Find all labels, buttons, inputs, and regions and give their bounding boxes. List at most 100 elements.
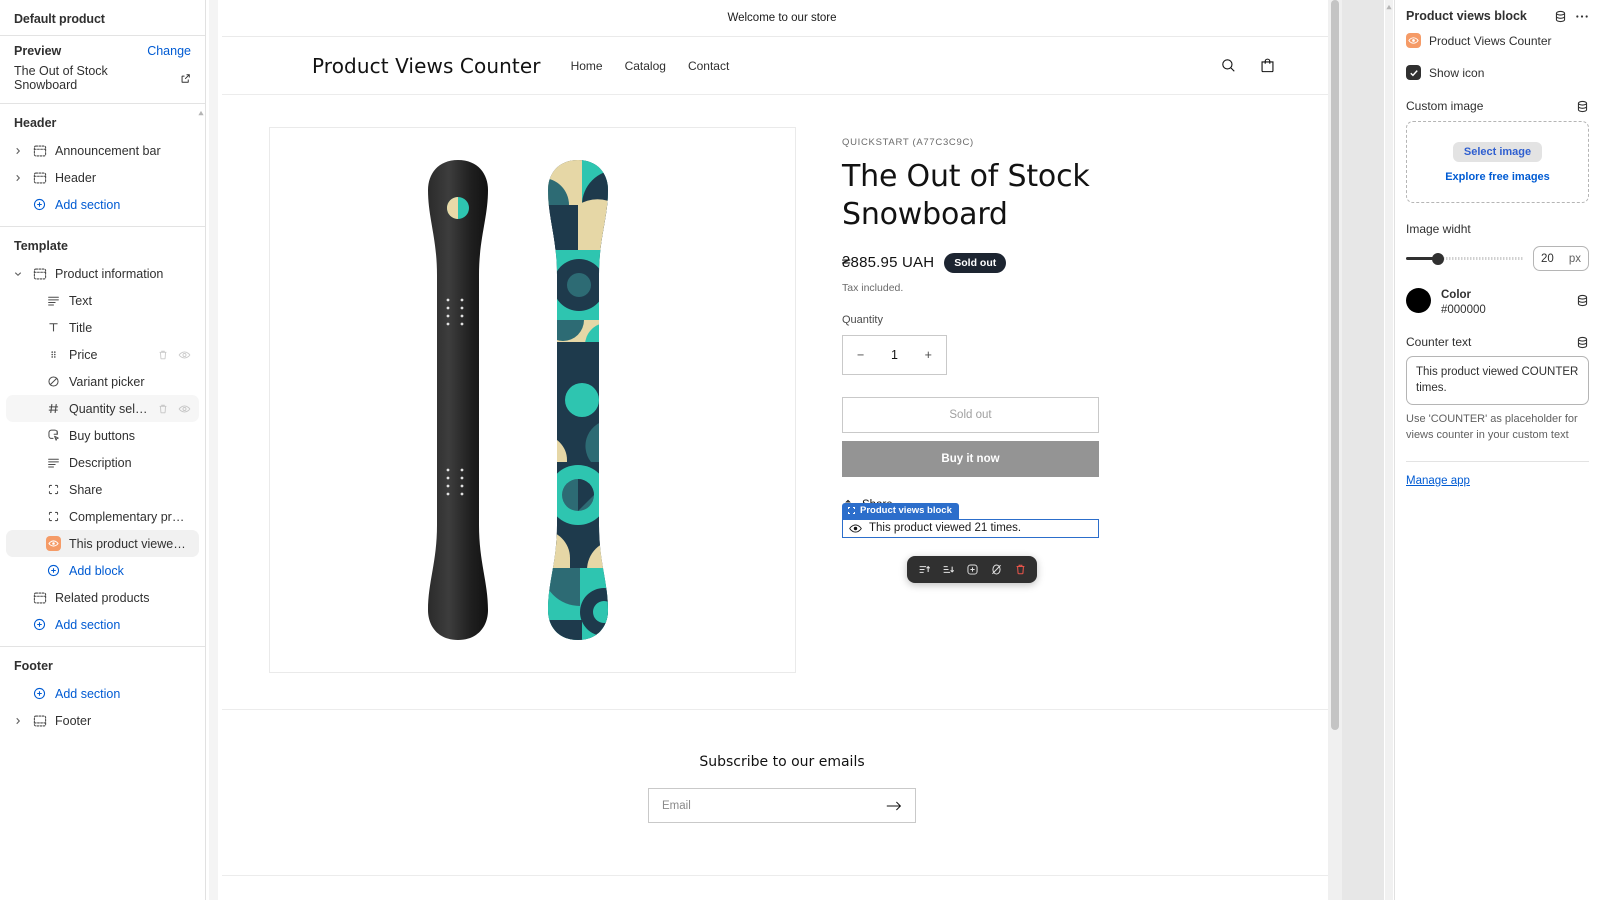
dynamic-source-icon[interactable] bbox=[1576, 294, 1589, 307]
image-width-input[interactable]: 20 px bbox=[1533, 246, 1589, 271]
preview-change-link[interactable]: Change bbox=[147, 44, 191, 58]
quantity-increase-button[interactable]: + bbox=[925, 348, 932, 362]
newsletter-email-field[interactable]: Email bbox=[648, 788, 916, 823]
hide-icon[interactable] bbox=[178, 403, 191, 415]
sidebar-item-product-information[interactable]: Product information bbox=[6, 260, 199, 287]
sidebar-item-add-section[interactable]: Add section bbox=[6, 191, 199, 218]
sidebar-item-add-section[interactable]: Add section bbox=[6, 680, 199, 707]
delete-icon[interactable] bbox=[157, 349, 169, 361]
show-icon-label: Show icon bbox=[1429, 65, 1485, 80]
preview-value: The Out of Stock Snowboard bbox=[14, 64, 108, 92]
scroll-up-arrow-icon[interactable] bbox=[197, 110, 204, 117]
counter-text-input[interactable]: This product viewed COUNTER times. bbox=[1406, 356, 1589, 405]
store-brand[interactable]: Product Views Counter bbox=[312, 54, 541, 78]
show-icon-checkbox-row[interactable]: Show icon bbox=[1406, 65, 1589, 80]
image-dropzone[interactable]: Select image Explore free images bbox=[1406, 121, 1589, 203]
sold-out-button[interactable]: Sold out bbox=[842, 396, 1099, 433]
sidebar-item-variant-picker[interactable]: Variant picker bbox=[6, 368, 199, 395]
delete-icon[interactable] bbox=[1009, 558, 1031, 580]
sidebar-header: Default product bbox=[0, 0, 205, 35]
sidebar-item-text[interactable]: Text bbox=[6, 287, 199, 314]
newsletter-section[interactable]: Subscribe to our emails Email bbox=[222, 709, 1342, 900]
cart-icon[interactable] bbox=[1259, 57, 1276, 74]
canvas-area: Welcome to our store Product Views Count… bbox=[222, 0, 1384, 900]
section-icon bbox=[32, 144, 47, 158]
storefront-preview: Welcome to our store Product Views Count… bbox=[222, 0, 1342, 900]
sidebar-item-related-products[interactable]: Related products bbox=[6, 584, 199, 611]
selected-block-body[interactable]: This product viewed 21 times. bbox=[842, 518, 1099, 538]
dynamic-source-icon[interactable] bbox=[1576, 100, 1589, 113]
preview-value-row[interactable]: The Out of Stock Snowboard bbox=[14, 64, 191, 92]
move-down-icon[interactable] bbox=[937, 558, 959, 580]
nav-link-home[interactable]: Home bbox=[571, 59, 603, 73]
dynamic-source-icon[interactable] bbox=[1554, 10, 1567, 23]
sidebar-item-header[interactable]: Header bbox=[6, 164, 199, 191]
left-sidebar: Default product Preview Change The Out o… bbox=[0, 0, 206, 900]
explore-free-images-link[interactable]: Explore free images bbox=[1445, 171, 1550, 183]
sidebar-item-footer[interactable]: Footer bbox=[6, 707, 199, 734]
right-scroll-up-arrow-icon[interactable] bbox=[1385, 4, 1393, 13]
app-eye-icon bbox=[1406, 33, 1421, 48]
nav-link-contact[interactable]: Contact bbox=[688, 59, 729, 73]
product-image-frame[interactable] bbox=[268, 127, 796, 673]
delete-icon[interactable] bbox=[157, 403, 169, 415]
sidebar-item-label: Related products bbox=[55, 590, 150, 605]
sidebar-item-announcement-bar[interactable]: Announcement bar bbox=[6, 137, 199, 164]
more-options-icon[interactable] bbox=[1575, 14, 1589, 19]
store-header: Product Views Counter Home Catalog Conta… bbox=[222, 37, 1342, 95]
sidebar-item-label: Text bbox=[69, 293, 92, 308]
chevron-right-icon bbox=[12, 147, 24, 155]
nav-link-catalog[interactable]: Catalog bbox=[625, 59, 666, 73]
canvas-scrollbar[interactable] bbox=[1328, 0, 1342, 900]
hide-icon[interactable] bbox=[985, 558, 1007, 580]
quantity-value[interactable]: 1 bbox=[891, 348, 898, 362]
sidebar-item-title[interactable]: Title bbox=[6, 314, 199, 341]
sidebar-item-label: Title bbox=[69, 320, 93, 335]
sidebar-item-add-block[interactable]: Add block bbox=[6, 557, 199, 584]
arrow-right-icon[interactable] bbox=[886, 800, 902, 812]
hide-icon[interactable] bbox=[178, 349, 191, 361]
image-width-label: Image widht bbox=[1406, 222, 1471, 236]
show-icon-checkbox[interactable] bbox=[1406, 65, 1421, 80]
manage-app-link[interactable]: Manage app bbox=[1406, 475, 1470, 487]
sidebar-item-complementary-products[interactable]: Complementary products bbox=[6, 503, 199, 530]
header-icons bbox=[1220, 57, 1276, 74]
move-up-icon[interactable] bbox=[913, 558, 935, 580]
sidebar-tree-scroll[interactable]: Header Announcement bar Header Add section T… bbox=[0, 103, 205, 900]
color-swatch[interactable] bbox=[1406, 288, 1431, 313]
sidebar-item-this-product-viewed-counte[interactable]: This product viewed COUNTE... bbox=[6, 530, 199, 557]
sidebar-item-price[interactable]: Price bbox=[6, 341, 199, 368]
app-name: Product Views Counter bbox=[1429, 33, 1552, 48]
product-vendor: QUICKSTART (A77C3C9C) bbox=[842, 137, 974, 148]
app-eye-icon bbox=[46, 536, 61, 551]
quantity-stepper[interactable]: − 1 + bbox=[842, 334, 947, 375]
section-tree: Header Announcement bar Header Add section T… bbox=[0, 104, 205, 742]
image-width-slider[interactable] bbox=[1406, 251, 1524, 267]
theme-editor: Default product Preview Change The Out o… bbox=[0, 0, 1600, 900]
search-icon[interactable] bbox=[1220, 57, 1237, 74]
image-width-control[interactable]: 20 px bbox=[1406, 246, 1589, 271]
sidebar-item-buy-buttons[interactable]: Buy buttons bbox=[6, 422, 199, 449]
selected-app-block[interactable]: Product views block This product viewed … bbox=[842, 502, 1099, 583]
select-image-button[interactable]: Select image bbox=[1452, 141, 1543, 162]
buy-it-now-button[interactable]: Buy it now bbox=[842, 440, 1099, 477]
canvas-scrollbar-thumb[interactable] bbox=[1331, 0, 1339, 730]
slider-knob[interactable] bbox=[1432, 252, 1444, 265]
sidebar-item-add-section[interactable]: Add section bbox=[6, 611, 199, 638]
hash-icon bbox=[46, 402, 61, 415]
announcement-bar[interactable]: Welcome to our store bbox=[222, 0, 1342, 37]
dynamic-source-icon[interactable] bbox=[1576, 336, 1589, 349]
block-toolbar bbox=[907, 555, 1037, 583]
selected-block-label: Product views block bbox=[860, 505, 952, 517]
sidebar-item-label: Footer bbox=[55, 713, 92, 728]
quantity-decrease-button[interactable]: − bbox=[857, 348, 864, 362]
sidebar-item-label: Share bbox=[69, 482, 103, 497]
sidebar-item-quantity-selector[interactable]: Quantity selector bbox=[6, 395, 199, 422]
right-panel-title: Product views block bbox=[1406, 9, 1527, 23]
duplicate-icon[interactable] bbox=[961, 558, 983, 580]
image-width-value: 20 bbox=[1541, 252, 1554, 265]
sidebar-item-description[interactable]: Description bbox=[6, 449, 199, 476]
right-gutter-bar bbox=[1385, 0, 1393, 900]
right-panel-header: Product views block bbox=[1406, 9, 1589, 23]
sidebar-item-share[interactable]: Share bbox=[6, 476, 199, 503]
